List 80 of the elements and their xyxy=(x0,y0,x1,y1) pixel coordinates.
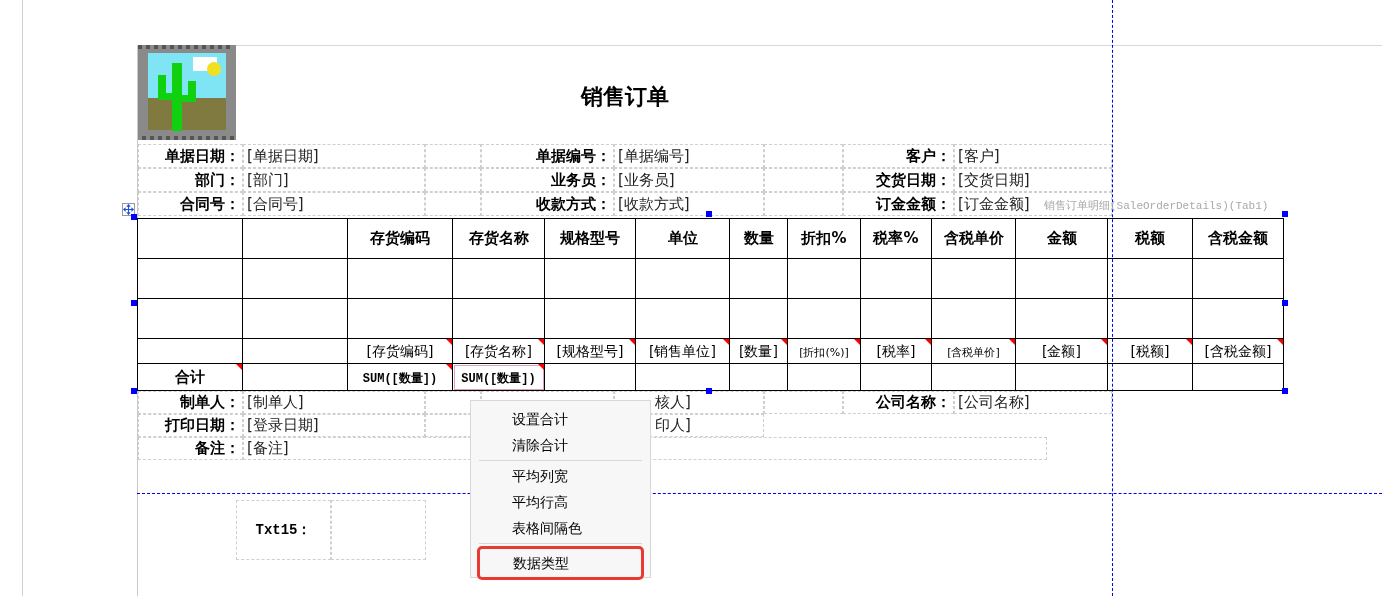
table-caption: 销售订单明细(SaleOrderDetails)(Tab1) xyxy=(1044,199,1269,214)
field-label: 备注： xyxy=(138,437,243,460)
table-cell: [存货编码] xyxy=(347,338,453,364)
table-cell: [存货名称] xyxy=(452,338,545,364)
field-label: 单据日期： xyxy=(138,144,243,168)
field-value: [合同号] xyxy=(243,192,425,216)
field-value: [客户] xyxy=(954,144,1112,168)
column-header: 含税金额 xyxy=(1192,218,1284,259)
field-label: 合同号： xyxy=(138,192,243,216)
table-cell xyxy=(860,298,932,339)
menu-item[interactable]: 数据类型 xyxy=(477,546,644,580)
table-cell: [税额] xyxy=(1107,338,1193,364)
resize-handle[interactable] xyxy=(1282,300,1288,306)
field-value: [部门] xyxy=(243,168,425,192)
field-label: 订金金额： xyxy=(843,192,954,216)
table-cell[interactable] xyxy=(1107,363,1193,391)
move-handle-icon[interactable] xyxy=(122,203,135,216)
column-header: 税率% xyxy=(860,218,932,259)
field-label: 业务员： xyxy=(481,168,614,192)
field-label: 单据编号： xyxy=(481,144,614,168)
field-label: 客户： xyxy=(843,144,954,168)
table-cell: [金额] xyxy=(1015,338,1108,364)
field-value: [单据日期] xyxy=(243,144,425,168)
resize-handle[interactable] xyxy=(131,388,137,394)
field-value: [登录日期] xyxy=(243,414,425,437)
table-cell: [含税金额] xyxy=(1192,338,1284,364)
report-title: 销售订单 xyxy=(579,83,670,111)
field-label: 收款方式： xyxy=(481,192,614,216)
table-cell[interactable] xyxy=(1015,363,1108,391)
column-header: 金额 xyxy=(1015,218,1108,259)
resize-handle[interactable] xyxy=(1282,388,1288,394)
field-value: [交货日期] xyxy=(954,168,1112,192)
table-cell: [规格型号] xyxy=(544,338,636,364)
table-cell[interactable] xyxy=(860,363,932,391)
field-value: [制单人] xyxy=(243,391,425,414)
column-header: 税额 xyxy=(1107,218,1193,259)
menu-item[interactable]: 平均列宽 xyxy=(479,463,642,489)
table-cell[interactable]: SUM([数量]) xyxy=(452,363,545,391)
table-cell[interactable] xyxy=(931,363,1016,391)
table-cell xyxy=(860,258,932,299)
resize-handle[interactable] xyxy=(131,300,137,306)
table-cell[interactable] xyxy=(729,363,788,391)
table-cell: [税率] xyxy=(860,338,932,364)
column-header: 含税单价 xyxy=(931,218,1016,259)
field-value: [公司名称] xyxy=(954,391,1112,414)
resize-handle[interactable] xyxy=(1282,211,1288,217)
table-cell[interactable] xyxy=(1192,363,1284,391)
menu-item[interactable]: 表格间隔色 xyxy=(479,515,642,541)
column-header: 存货编码 xyxy=(347,218,453,259)
column-header: 折扣% xyxy=(787,218,861,259)
resize-handle[interactable] xyxy=(706,388,712,394)
column-header: 存货名称 xyxy=(452,218,545,259)
text-box-label: Txt15： xyxy=(236,500,331,560)
column-header: 规格型号 xyxy=(544,218,636,259)
table-cell: [销售单位] xyxy=(635,338,730,364)
field-label: 交货日期： xyxy=(843,168,954,192)
table-cell xyxy=(729,298,788,339)
table-cell[interactable] xyxy=(242,363,348,391)
field-value: [业务员] xyxy=(614,168,764,192)
field-label: 制单人： xyxy=(138,391,243,414)
table-cell: [含税单价] xyxy=(931,338,1016,364)
form-cell xyxy=(425,144,481,168)
column-header: 数量 xyxy=(729,218,788,259)
table-cell[interactable]: SUM([数量]) xyxy=(347,363,453,391)
field-label: 公司名称： xyxy=(843,391,954,414)
resize-handle[interactable] xyxy=(706,211,712,217)
table-cell[interactable] xyxy=(787,363,861,391)
table-cell[interactable] xyxy=(544,363,636,391)
form-cell xyxy=(425,168,481,192)
table-cell xyxy=(729,258,788,299)
table-cell: [数量] xyxy=(729,338,788,364)
field-label: 打印日期： xyxy=(138,414,243,437)
column-header: 单位 xyxy=(635,218,730,259)
table-cell: [折扣(%)] xyxy=(787,338,861,364)
form-cell xyxy=(425,192,481,216)
table-cell[interactable]: 合计 xyxy=(137,363,243,391)
resize-handle[interactable] xyxy=(131,214,137,220)
field-value: [单据编号] xyxy=(614,144,764,168)
field-label: 部门： xyxy=(138,168,243,192)
menu-item[interactable]: 平均行高 xyxy=(479,489,642,515)
